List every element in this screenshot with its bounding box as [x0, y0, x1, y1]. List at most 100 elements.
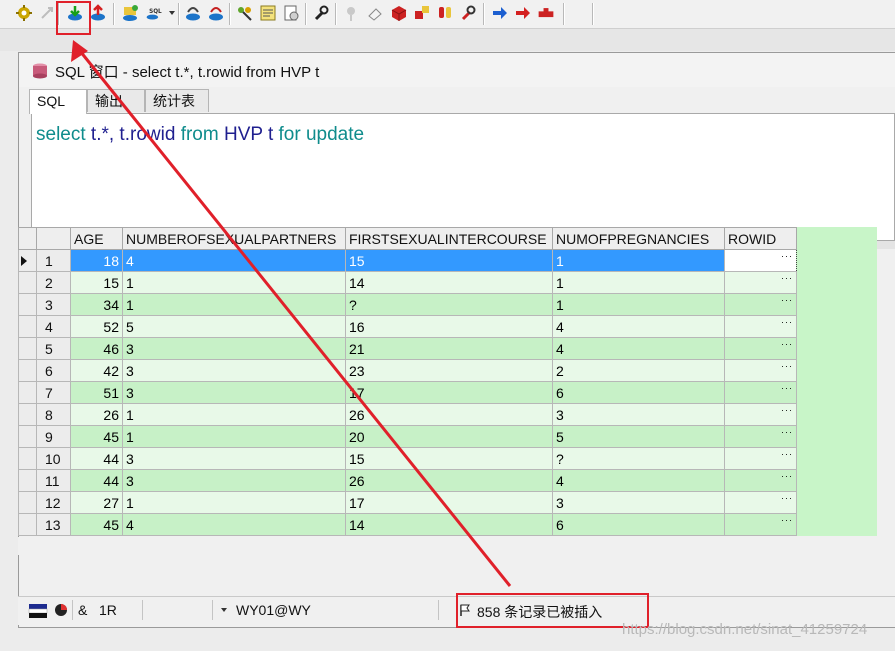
- report-icon[interactable]: [282, 4, 300, 22]
- row-number[interactable]: 12: [36, 491, 71, 514]
- notes-icon[interactable]: [259, 4, 277, 22]
- chevron-down-icon[interactable]: [169, 11, 175, 15]
- cell-partners[interactable]: 4: [122, 249, 346, 272]
- cell-pregnancies[interactable]: 4: [552, 469, 725, 492]
- row-number[interactable]: 13: [36, 513, 71, 536]
- cell-pregnancies[interactable]: 2: [552, 359, 725, 382]
- cell-first-intercourse[interactable]: 16: [345, 315, 553, 338]
- cell-first-intercourse[interactable]: 20: [345, 425, 553, 448]
- red-cube-icon[interactable]: [390, 4, 408, 22]
- row-number[interactable]: 8: [36, 403, 71, 426]
- cell-rowid-button[interactable]: ···: [724, 469, 797, 492]
- cell-age[interactable]: 46: [70, 337, 123, 360]
- cell-first-intercourse[interactable]: 26: [345, 469, 553, 492]
- table-row[interactable]: 10 44 3 15? ···: [18, 447, 797, 470]
- execute-disabled-icon[interactable]: [38, 4, 56, 22]
- cell-rowid-button[interactable]: ···: [724, 447, 797, 470]
- table-row[interactable]: 6 42 3 23 2 ···: [18, 359, 797, 382]
- row-number[interactable]: 9: [36, 425, 71, 448]
- row-number[interactable]: 5: [36, 337, 71, 360]
- cell-partners[interactable]: 3: [122, 469, 346, 492]
- cell-pregnancies[interactable]: 5: [552, 425, 725, 448]
- cell-first-intercourse[interactable]: 15: [345, 249, 553, 272]
- cell-age[interactable]: 45: [70, 513, 123, 536]
- wrench-icon[interactable]: [312, 4, 330, 22]
- column-header-age[interactable]: AGE: [70, 227, 123, 250]
- sql-editor[interactable]: select t.*, t.rowid from HVP t for updat…: [31, 113, 895, 241]
- cell-rowid-button[interactable]: ···: [724, 513, 797, 536]
- eraser-icon[interactable]: [366, 4, 384, 22]
- cell-rowid-button[interactable]: ···: [724, 381, 797, 404]
- table-row[interactable]: 4 52 5 16 4 ···: [18, 315, 797, 338]
- cell-first-intercourse[interactable]: ?: [345, 293, 553, 316]
- row-indicator[interactable]: [18, 293, 37, 316]
- row-indicator[interactable]: [18, 249, 37, 272]
- cell-pregnancies[interactable]: 3: [552, 403, 725, 426]
- cell-rowid-button[interactable]: ···: [724, 315, 797, 338]
- pin-disabled-icon[interactable]: [342, 4, 360, 22]
- table-row[interactable]: 5 46 3 21 4 ···: [18, 337, 797, 360]
- row-number[interactable]: 7: [36, 381, 71, 404]
- row-number[interactable]: 3: [36, 293, 71, 316]
- cell-first-intercourse[interactable]: 21: [345, 337, 553, 360]
- table-row[interactable]: 8 26 1 26 3 ···: [18, 403, 797, 426]
- cell-age[interactable]: 15: [70, 271, 123, 294]
- cell-rowid-button[interactable]: ···: [724, 425, 797, 448]
- cell-pregnancies[interactable]: 1: [552, 271, 725, 294]
- cell-pregnancies[interactable]: 4: [552, 337, 725, 360]
- cube-pair-icon[interactable]: [413, 4, 431, 22]
- gear-icon[interactable]: [15, 4, 33, 22]
- tab-sql[interactable]: SQL: [29, 89, 87, 114]
- cell-pregnancies[interactable]: 3: [552, 491, 725, 514]
- cell-pregnancies[interactable]: 1: [552, 293, 725, 316]
- column-header-first-intercourse[interactable]: FIRSTSEXUALINTERCOURSE: [345, 227, 553, 250]
- tab-output[interactable]: 输出: [87, 89, 145, 112]
- row-number[interactable]: 11: [36, 469, 71, 492]
- cell-first-intercourse[interactable]: 15: [345, 447, 553, 470]
- cell-first-intercourse[interactable]: 17: [345, 491, 553, 514]
- cell-rowid-button[interactable]: ···: [724, 491, 797, 514]
- row-indicator[interactable]: [18, 491, 37, 514]
- cell-age[interactable]: 34: [70, 293, 123, 316]
- horizontal-scrollbar[interactable]: [18, 537, 877, 555]
- cell-partners[interactable]: 1: [122, 425, 346, 448]
- chevron-down-icon[interactable]: [221, 608, 227, 612]
- row-indicator[interactable]: [18, 469, 37, 492]
- cell-age[interactable]: 51: [70, 381, 123, 404]
- row-number[interactable]: 6: [36, 359, 71, 382]
- cell-first-intercourse[interactable]: 14: [345, 271, 553, 294]
- cell-pregnancies[interactable]: 4: [552, 315, 725, 338]
- row-indicator[interactable]: [18, 447, 37, 470]
- cell-age[interactable]: 45: [70, 425, 123, 448]
- row-number[interactable]: 1: [36, 249, 71, 272]
- cell-partners[interactable]: 1: [122, 403, 346, 426]
- row-indicator[interactable]: [18, 315, 37, 338]
- tab-statistics[interactable]: 统计表: [145, 89, 209, 112]
- row-indicator[interactable]: [18, 425, 37, 448]
- table-row[interactable]: 12 27 1 17 3 ···: [18, 491, 797, 514]
- connection-selector[interactable]: WY01@WY: [236, 602, 311, 618]
- cell-pregnancies[interactable]: 6: [552, 381, 725, 404]
- cell-age[interactable]: 26: [70, 403, 123, 426]
- cell-rowid-button[interactable]: ···: [724, 271, 797, 294]
- row-indicator[interactable]: [18, 359, 37, 382]
- cell-first-intercourse[interactable]: 17: [345, 381, 553, 404]
- cell-partners[interactable]: 1: [122, 271, 346, 294]
- corner-header[interactable]: [18, 227, 37, 250]
- cell-age[interactable]: 52: [70, 315, 123, 338]
- cell-first-intercourse[interactable]: 26: [345, 403, 553, 426]
- arrow-right-red-icon[interactable]: [514, 4, 532, 22]
- rollback-icon[interactable]: [207, 4, 225, 22]
- cell-partners[interactable]: 3: [122, 447, 346, 470]
- row-number[interactable]: 4: [36, 315, 71, 338]
- row-number[interactable]: 2: [36, 271, 71, 294]
- cell-pregnancies[interactable]: 1: [552, 249, 725, 272]
- commit-icon[interactable]: [184, 4, 202, 22]
- cell-pregnancies[interactable]: 6: [552, 513, 725, 536]
- cell-partners[interactable]: 3: [122, 359, 346, 382]
- cell-pregnancies[interactable]: ?: [552, 447, 725, 470]
- table-row[interactable]: 13 45 4 14 6 ···: [18, 513, 797, 536]
- table-row[interactable]: 1 18 4 15 1 ···: [18, 249, 797, 272]
- window-title-bar[interactable]: SQL 窗口 - select t.*, t.rowid from HVP t: [19, 53, 895, 87]
- cell-rowid-button[interactable]: ···: [724, 403, 797, 426]
